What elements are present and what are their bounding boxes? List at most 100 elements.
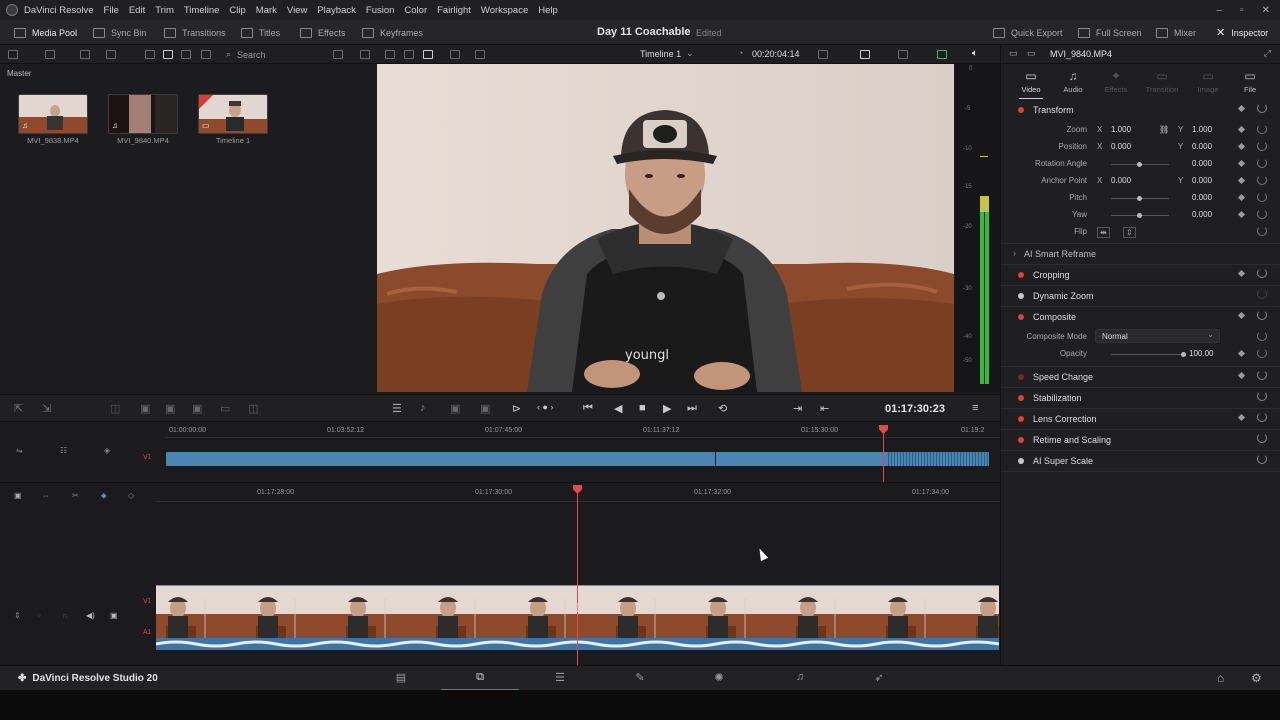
sync-bin-button[interactable]: Sync Bin (93, 20, 147, 45)
effects-button[interactable]: Effects (300, 20, 345, 45)
fit-to-fill-icon[interactable]: ▭ (220, 402, 230, 415)
slider-knob[interactable] (1137, 213, 1142, 218)
quick-export-button[interactable]: Quick Export (993, 20, 1063, 45)
position-y-field[interactable]: 0.000 (1192, 142, 1212, 151)
reset-icon[interactable] (1257, 141, 1267, 151)
audio-scrub-icon[interactable]: ♪ (420, 402, 426, 414)
titles-button[interactable]: Titles (241, 20, 280, 45)
lower-playhead[interactable]: [·] (571, 485, 582, 665)
thumbnail-view-icon[interactable] (163, 50, 173, 59)
keyframe-diamond-icon[interactable] (1237, 125, 1246, 134)
stop-icon[interactable]: ■ (639, 402, 646, 414)
keyframe-diamond-icon[interactable] (1237, 142, 1246, 151)
section-ai-smart-reframe[interactable]: › AI Smart Reframe (1001, 244, 1280, 264)
section-ai-super-scale[interactable]: AI Super Scale (1001, 451, 1280, 471)
sync-icon[interactable] (80, 50, 90, 59)
tab-file[interactable]: ▭ File (1230, 69, 1270, 94)
refresh-icon[interactable] (360, 50, 370, 59)
timeline-viewer[interactable]: youngl (377, 64, 954, 392)
keyframe-diamond-icon[interactable] (1237, 311, 1246, 320)
keyframe-diamond-icon[interactable] (1237, 104, 1246, 113)
close-icon[interactable]: ✕ (1262, 5, 1270, 16)
enable-toggle[interactable] (1018, 293, 1024, 299)
inspector-button[interactable]: ✕ Inspector (1216, 20, 1268, 45)
go-to-end-icon[interactable]: ⏭ (687, 402, 697, 415)
timeline-thumbnail[interactable]: ▭ (198, 94, 268, 134)
full-screen-button[interactable]: Full Screen (1078, 20, 1142, 45)
tab-audio[interactable]: ♫ Audio (1053, 69, 1093, 94)
current-timecode[interactable]: 01:17:30:23 (885, 403, 945, 415)
keyframe-diamond-icon[interactable] (1237, 176, 1246, 185)
play-icon[interactable]: ▶ (663, 402, 671, 415)
snapping-icon[interactable]: ⇔ (42, 491, 50, 500)
section-transform[interactable]: Transform (1001, 100, 1280, 120)
track-visible-icon[interactable]: ◈ (104, 446, 110, 455)
reset-icon[interactable] (1257, 331, 1267, 341)
track-lock-icon[interactable]: ▫ (38, 611, 41, 620)
position-x-field[interactable]: 0.000 (1111, 142, 1131, 151)
minimize-icon[interactable]: – (1217, 5, 1223, 16)
speaker-icon[interactable]: 🔈︎ (972, 48, 978, 59)
keyframe-diamond-icon[interactable] (1237, 413, 1246, 422)
viewer-layout-icon[interactable] (385, 50, 395, 59)
section-retime-scaling[interactable]: Retime and Scaling (1001, 430, 1280, 450)
edit-tool-icon[interactable]: ◫ (110, 402, 120, 415)
reset-icon[interactable] (1257, 412, 1267, 422)
sort-icon[interactable] (201, 50, 211, 59)
playhead-edit-handle-icon[interactable]: [·] (571, 602, 579, 612)
slider-knob[interactable] (1137, 196, 1142, 201)
fairlight-page-icon[interactable]: ♫ (761, 671, 839, 691)
mark-in-icon[interactable]: ⇥ (793, 402, 802, 415)
rotation-field[interactable]: 0.000 (1192, 159, 1212, 168)
section-dynamic-zoom[interactable]: Dynamic Zoom (1001, 286, 1280, 306)
timeline-selector[interactable]: Timeline 1 (640, 49, 681, 59)
insert-clip-icon[interactable]: ▣ (140, 402, 150, 415)
zoom-x-field[interactable]: 1.000 (1111, 125, 1131, 134)
keyframe-diamond-icon[interactable] (1237, 269, 1246, 278)
menu-fusion[interactable]: Fusion (366, 5, 395, 16)
reset-icon[interactable] (1257, 158, 1267, 168)
enable-toggle[interactable] (1018, 272, 1024, 278)
mark-out-icon[interactable]: ⇤ (820, 402, 829, 415)
reset-icon[interactable] (1257, 209, 1267, 219)
transitions-button[interactable]: Transitions (164, 20, 226, 45)
track-audio-icon[interactable]: ◀) (86, 611, 95, 620)
viewer-options-icon[interactable]: ≡ (972, 402, 978, 414)
viewer-single-icon[interactable] (404, 50, 414, 59)
mixer-button[interactable]: Mixer (1156, 20, 1196, 45)
clip-thumbnail[interactable]: ♫ (18, 94, 88, 134)
slider-knob[interactable] (1137, 162, 1142, 167)
reset-icon[interactable] (1257, 103, 1267, 113)
color-sync-icon[interactable] (937, 50, 947, 59)
pitch-field[interactable]: 0.000 (1192, 193, 1212, 202)
cut-page-icon[interactable]: ⧉ (441, 671, 519, 691)
enable-toggle[interactable] (1018, 416, 1024, 422)
menu-view[interactable]: View (287, 5, 307, 16)
reset-icon[interactable] (1257, 226, 1267, 236)
safe-area-icon[interactable]: ▣ (480, 402, 490, 415)
fusion-page-icon[interactable]: ✎ (601, 671, 679, 691)
keyframe-diamond-icon[interactable] (1237, 193, 1246, 202)
upper-timeline-clip[interactable] (166, 452, 989, 466)
maximize-icon[interactable]: ▫ (1240, 5, 1244, 16)
upper-playhead[interactable] (879, 425, 888, 482)
keyframe-diamond-icon[interactable] (1237, 210, 1246, 219)
menu-help[interactable]: Help (538, 5, 558, 16)
go-to-start-icon[interactable]: ⏮ (583, 402, 593, 415)
keyframes-button[interactable]: Keyframes (362, 20, 423, 45)
timeline-options-icon[interactable]: ▣ (14, 491, 22, 500)
enable-toggle[interactable] (1018, 458, 1024, 464)
menu-timeline[interactable]: Timeline (184, 5, 220, 16)
tab-transition[interactable]: ▭ Transition (1142, 69, 1182, 94)
play-reverse-icon[interactable]: ◀ (614, 402, 622, 415)
track-lock-icon[interactable]: ⇋ (16, 446, 23, 455)
media-pool-button[interactable]: Media Pool (14, 20, 77, 45)
viewer-zoom-icon[interactable] (818, 50, 828, 59)
enable-toggle[interactable] (1018, 437, 1024, 443)
section-cropping[interactable]: Cropping (1001, 265, 1280, 285)
clip-thumbnail[interactable]: ♫ (108, 94, 178, 134)
home-icon[interactable]: ⌂ (1217, 671, 1224, 685)
opacity-field[interactable]: 100.00 (1189, 349, 1213, 358)
metadata-view-icon[interactable] (145, 50, 155, 59)
upper-ruler[interactable]: 01:00:00:00 01:03:52:12 01:07:45:00 01:1… (165, 422, 1000, 438)
